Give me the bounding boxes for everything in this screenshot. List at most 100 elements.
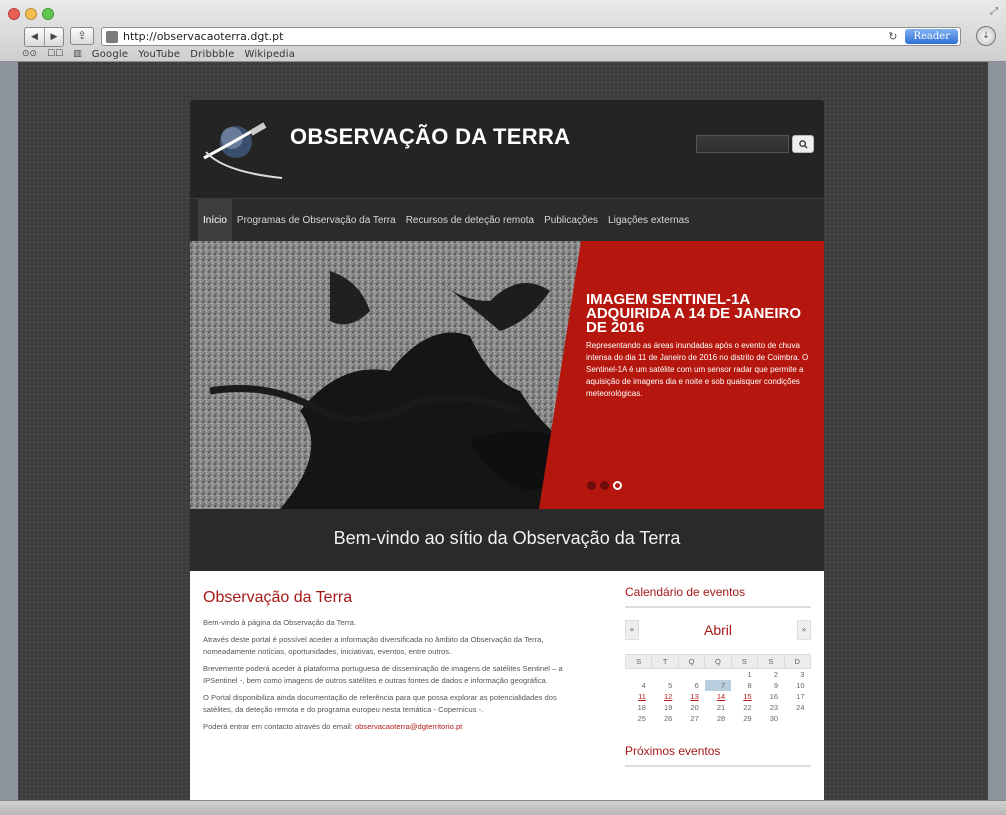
maximize-window-button[interactable] (42, 8, 54, 20)
weekday-label: D (783, 654, 812, 669)
window-left-edge (0, 62, 18, 800)
bookmarks-grid-icon[interactable]: ▥ (73, 49, 82, 59)
browser-toolbar: ◀ ▶ ⇪ http://observacaoterra.dgt.pt ↻ Re… (0, 25, 1006, 47)
calendar-empty-cell (678, 669, 704, 680)
calendar-day: 22 (743, 702, 752, 712)
nav-inicio[interactable]: Início (198, 198, 232, 242)
calendar-month: Abril (703, 622, 732, 638)
calendar-days: 1 2 3 4 5 6 7 8 9 10 11 12 13 14 15 16 17 18 19 20 21 22 23 24 2… (626, 669, 811, 724)
calendar-day: 8 (747, 680, 752, 690)
contact-text: Poderá entrar em contacto através do ema… (203, 722, 355, 731)
page-viewport: OBSERVAÇÃO DA TERRA Início Programas de … (18, 62, 988, 800)
slide-dot-1[interactable] (587, 481, 596, 490)
calendar-header: « Abril » (625, 620, 811, 640)
weekday-label: S (730, 654, 759, 669)
calendar-grid: S T Q Q S S D 1 2 3 4 5 6 7 8 9 10 11 12 13 14 15 16 17 1… (624, 654, 812, 724)
window-right-edge (988, 62, 1006, 800)
reading-list-icon[interactable]: ☐☐ (47, 49, 63, 59)
url-text[interactable]: http://observacaoterra.dgt.pt (123, 30, 888, 43)
window-controls (8, 8, 54, 20)
address-bar[interactable]: http://observacaoterra.dgt.pt ↻ Reader (101, 27, 961, 46)
back-button[interactable]: ◀ (25, 28, 44, 46)
minimize-window-button[interactable] (25, 8, 37, 20)
calendar-day: 19 (664, 702, 673, 712)
calendar-week-row: 1 2 3 (626, 669, 811, 680)
calendar-day: 4 (641, 680, 646, 690)
weekday-label: S (757, 654, 785, 669)
contact-paragraph: Poderá entrar em contacto através do ema… (203, 721, 588, 733)
forward-button[interactable]: ▶ (44, 28, 63, 46)
slide-dot-2[interactable] (600, 481, 609, 490)
calendar-prev-button[interactable]: « (625, 620, 639, 640)
slide-caption: Imagem Sentinel-1A adquirida a 14 de Jan… (586, 292, 814, 400)
calendar-day[interactable]: 12 (652, 691, 678, 702)
calendar-day: 28 (716, 713, 726, 723)
calendar-day: 30 (769, 713, 779, 723)
calendar-weekdays: S T Q Q S S D (624, 654, 812, 669)
main-heading: Observação da Terra (203, 589, 353, 606)
reader-button[interactable]: Reader (905, 29, 958, 44)
calendar-day: 16 (769, 691, 779, 701)
bookmark-wikipedia[interactable]: Wikipedia (244, 49, 295, 60)
calendar-empty-cell (784, 713, 810, 724)
calendar-day[interactable]: 11 (626, 691, 652, 702)
calendar-day: 27 (690, 713, 699, 723)
browser-status-bar (0, 800, 1006, 815)
nav-recursos[interactable]: Recursos de deteção remota (401, 199, 539, 242)
calendar-day: 20 (690, 702, 699, 712)
search-button[interactable] (792, 135, 814, 153)
contact-email-link[interactable]: observacaoterra@dgterritorio.pt (355, 722, 462, 731)
share-button[interactable]: ⇪ (70, 27, 94, 45)
site-container: OBSERVAÇÃO DA TERRA Início Programas de … (190, 100, 824, 800)
calendar-day: 9 (773, 680, 779, 690)
favicon-icon (106, 30, 118, 43)
calendar-heading: Calendário de eventos (625, 585, 811, 608)
main-column: Observação da Terra Bem-vindo à página d… (203, 589, 588, 738)
intro-paragraph-3: Brevemente poderá aceder à plataforma po… (203, 664, 563, 685)
image-slider: Imagem Sentinel-1A adquirida a 14 de Jan… (190, 241, 824, 509)
calendar-day: 1 (747, 669, 752, 679)
calendar-day: 17 (796, 691, 805, 701)
calendar-empty-cell (626, 669, 652, 680)
slide-title[interactable]: Imagem Sentinel-1A adquirida a 14 de Jan… (586, 292, 814, 335)
downloads-button[interactable]: ↓ (976, 26, 996, 46)
calendar-day: 18 (637, 702, 646, 712)
calendar-empty-cell (652, 669, 678, 680)
reload-icon[interactable]: ↻ (888, 30, 897, 43)
intro-paragraph-4: O Portal disponibiliza ainda documentaçã… (203, 693, 557, 714)
slide-dot-3[interactable] (613, 481, 622, 490)
bookmarks-bar: ⊙⊙ ☐☐ ▥ Google YouTube Dribbble Wikipedi… (22, 47, 295, 61)
calendar-next-button[interactable]: » (796, 620, 811, 640)
main-navigation: Início Programas de Observação da Terra … (190, 198, 824, 242)
nav-ligacoes[interactable]: Ligações externas (603, 199, 694, 242)
calendar-day: 10 (796, 680, 805, 690)
calendar-week-row: 18 19 20 21 22 23 24 (626, 702, 811, 713)
site-title[interactable]: OBSERVAÇÃO DA TERRA (290, 124, 570, 150)
calendar-day: 2 (773, 669, 779, 679)
calendar-day: 26 (664, 713, 673, 723)
intro-paragraph-1: Bem-vindo à página da Observação da Terr… (203, 618, 357, 627)
fullscreen-icon[interactable]: ⤢ (990, 6, 998, 17)
calendar-day: 29 (743, 713, 752, 723)
close-window-button[interactable] (8, 8, 20, 20)
search-input[interactable] (696, 135, 789, 153)
weekday-label: Q (704, 654, 732, 669)
calendar-day[interactable]: 15 (731, 691, 757, 702)
slide-description: Representando as áreas inundadas após o … (586, 341, 809, 398)
nav-publicacoes[interactable]: Publicações (539, 199, 603, 242)
weekday-label: S (624, 654, 653, 669)
calendar-day: 21 (716, 702, 726, 712)
calendar-day[interactable]: 13 (678, 691, 704, 702)
nav-programas[interactable]: Programas de Observação da Terra (232, 199, 401, 242)
bookmark-dribbble[interactable]: Dribbble (190, 49, 234, 60)
calendar-day: 6 (694, 680, 699, 690)
calendar-week-row: 25 26 27 28 29 30 (626, 713, 811, 724)
weekday-label: Q (677, 654, 706, 669)
bookmark-google[interactable]: Google (92, 49, 128, 60)
top-sites-icon[interactable]: ⊙⊙ (22, 49, 37, 59)
calendar-day: 3 (800, 669, 805, 679)
sidebar: Calendário de eventos « Abril » S T Q Q … (624, 585, 812, 779)
satellite-logo-icon[interactable] (194, 112, 286, 182)
calendar-day[interactable]: 14 (705, 691, 731, 702)
bookmark-youtube[interactable]: YouTube (138, 49, 180, 60)
